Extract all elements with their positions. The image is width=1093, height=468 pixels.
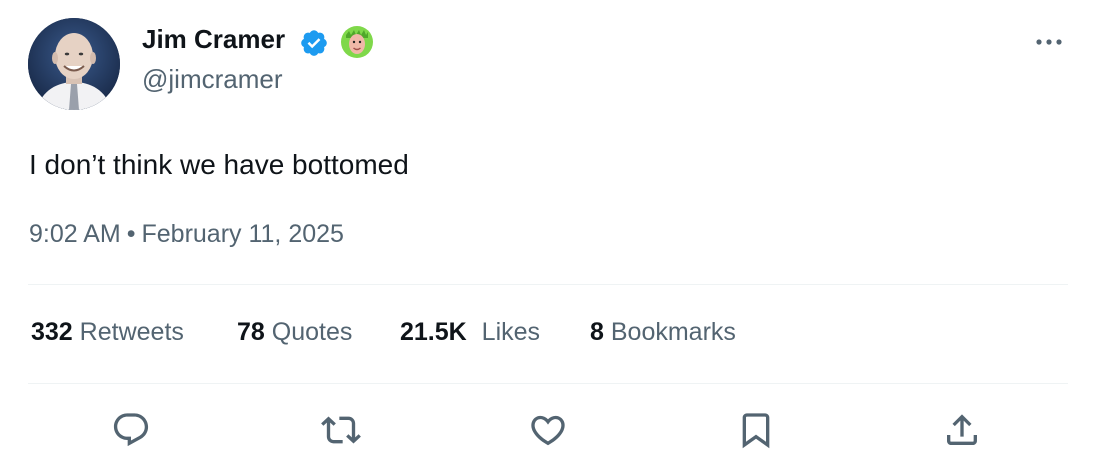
stat-bookmarks-count: 8 <box>590 318 604 346</box>
share-button[interactable] <box>942 410 982 450</box>
like-button[interactable] <box>528 410 568 450</box>
green-avatar-emoji-icon <box>341 26 373 58</box>
verified-badge-icon <box>301 30 327 56</box>
more-options-icon[interactable] <box>1031 30 1067 54</box>
tweet-text: I don’t think we have bottomed <box>29 149 409 180</box>
avatar-image <box>28 18 120 110</box>
stat-bookmarks-label: Bookmarks <box>610 318 736 346</box>
stat-quotes-count: 78 <box>237 318 265 346</box>
divider-top <box>28 284 1068 285</box>
bookmark-button[interactable] <box>736 410 776 450</box>
stat-likes-label: Likes <box>481 318 541 346</box>
stat-retweets-label: Retweets <box>79 318 184 346</box>
stat-likes-count: 21.5K <box>400 318 467 346</box>
author-display-name[interactable]: Jim Cramer <box>142 24 285 55</box>
retweet-button[interactable] <box>321 410 361 450</box>
stat-retweets-count: 332 <box>31 318 73 346</box>
stat-likes[interactable]: 21.5K Likes <box>400 318 540 347</box>
reply-button[interactable] <box>111 410 151 450</box>
avatar[interactable] <box>28 18 120 110</box>
tweet-card: Jim Cramer @jimcramer I don’t think we h… <box>0 0 1093 468</box>
tweet-date: February 11, 2025 <box>141 220 344 248</box>
stat-quotes-label: Quotes <box>271 318 353 346</box>
retweet-icon <box>321 416 361 444</box>
stat-retweets[interactable]: 332 Retweets <box>31 318 184 347</box>
like-icon <box>531 415 565 446</box>
divider-bottom <box>28 383 1068 384</box>
meta-separator: • <box>126 220 136 248</box>
author-handle[interactable]: @jimcramer <box>142 64 283 95</box>
tweet-time: 9:02 AM <box>29 220 121 248</box>
stat-quotes[interactable]: 78 Quotes <box>237 318 352 347</box>
share-icon <box>947 414 977 445</box>
bookmark-icon <box>742 413 770 449</box>
reply-icon <box>113 413 149 447</box>
tweet-timestamp[interactable]: 9:02 AM • February 11, 2025 <box>29 220 344 249</box>
stat-bookmarks[interactable]: 8 Bookmarks <box>590 318 736 347</box>
